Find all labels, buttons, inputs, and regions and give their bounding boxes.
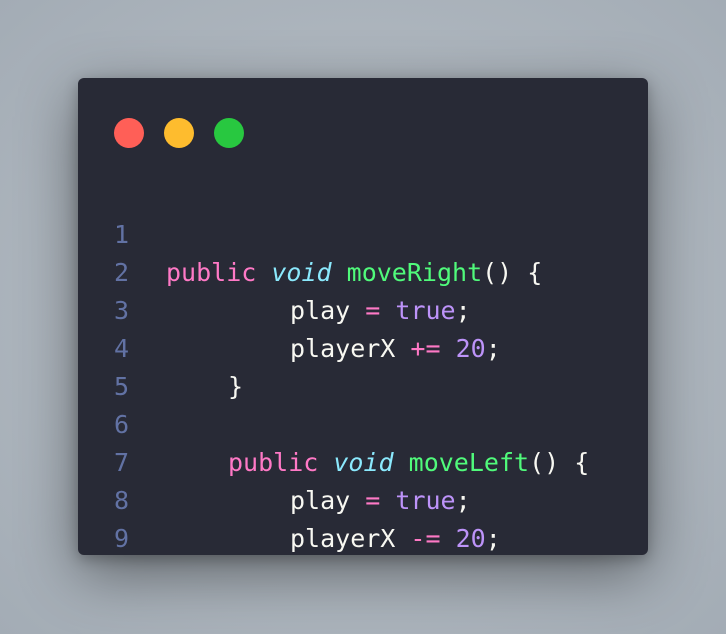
maximize-dot-icon[interactable] [214, 118, 244, 148]
minimize-dot-icon[interactable] [164, 118, 194, 148]
code-line: 8 playerX -= 20; [78, 444, 648, 553]
code-window: 1 public void moveRight() { 2 play = tru… [78, 78, 648, 555]
code-line: 3 playerX += 20; [78, 254, 648, 363]
code-block: 1 public void moveRight() { 2 play = tru… [78, 178, 648, 553]
code-line: 9 } [78, 482, 648, 553]
code-line: 7 play = true; [78, 406, 648, 515]
code-line: 4 } [78, 292, 648, 401]
variable-token: playerX [290, 524, 396, 553]
code-line: 5 [78, 330, 648, 401]
punctuation-token: ; [485, 524, 501, 553]
window-controls [114, 118, 244, 148]
code-line: 2 play = true; [78, 216, 648, 325]
number-token: 20 [455, 524, 486, 553]
line-number: 9 [114, 524, 130, 553]
code-line: 6 public void moveLeft() { [78, 368, 648, 477]
close-dot-icon[interactable] [114, 118, 144, 148]
code-line: 1 public void moveRight() { [78, 178, 648, 287]
operator-token: -= [410, 524, 441, 553]
